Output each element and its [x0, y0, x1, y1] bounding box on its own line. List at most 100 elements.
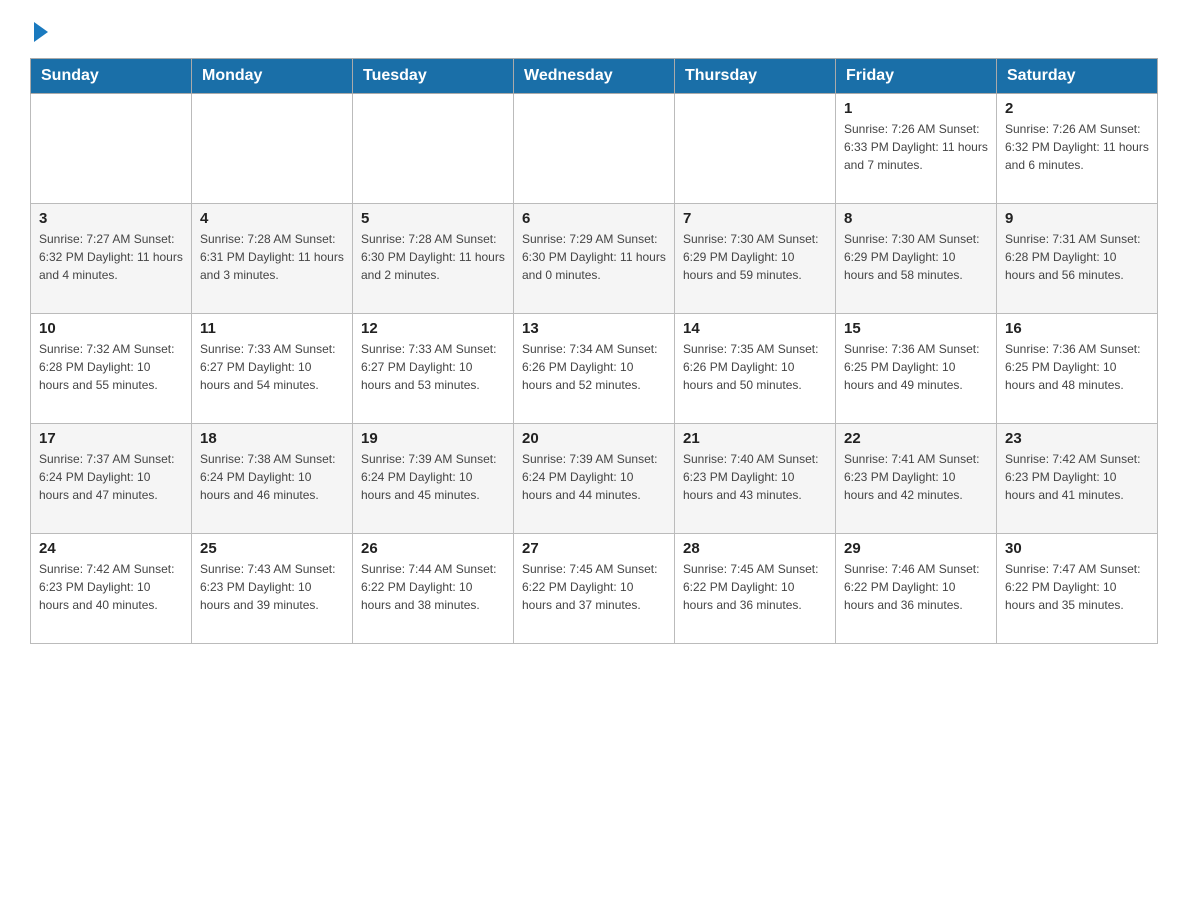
day-info: Sunrise: 7:39 AM Sunset: 6:24 PM Dayligh…: [361, 450, 505, 504]
calendar-table: SundayMondayTuesdayWednesdayThursdayFrid…: [30, 58, 1158, 644]
day-number: 20: [522, 430, 666, 447]
day-number: 4: [200, 210, 344, 227]
weekday-header-row: SundayMondayTuesdayWednesdayThursdayFrid…: [31, 59, 1158, 94]
calendar-cell: 25 Sunrise: 7:43 AM Sunset: 6:23 PM Dayli…: [192, 534, 353, 644]
day-info: Sunrise: 7:38 AM Sunset: 6:24 PM Dayligh…: [200, 450, 344, 504]
day-number: 27: [522, 540, 666, 557]
calendar-cell: [675, 94, 836, 204]
day-info: Sunrise: 7:42 AM Sunset: 6:23 PM Dayligh…: [1005, 450, 1149, 504]
calendar-week-row: 1 Sunrise: 7:26 AM Sunset: 6:33 PM Daylig…: [31, 94, 1158, 204]
calendar-cell: [31, 94, 192, 204]
day-info: Sunrise: 7:30 AM Sunset: 6:29 PM Dayligh…: [844, 230, 988, 284]
calendar-cell: 21 Sunrise: 7:40 AM Sunset: 6:23 PM Dayli…: [675, 424, 836, 534]
calendar-cell: 1 Sunrise: 7:26 AM Sunset: 6:33 PM Daylig…: [836, 94, 997, 204]
calendar-week-row: 3 Sunrise: 7:27 AM Sunset: 6:32 PM Daylig…: [31, 204, 1158, 314]
calendar-cell: [192, 94, 353, 204]
day-info: Sunrise: 7:34 AM Sunset: 6:26 PM Dayligh…: [522, 340, 666, 394]
day-info: Sunrise: 7:47 AM Sunset: 6:22 PM Dayligh…: [1005, 560, 1149, 614]
day-info: Sunrise: 7:40 AM Sunset: 6:23 PM Dayligh…: [683, 450, 827, 504]
weekday-header-saturday: Saturday: [997, 59, 1158, 94]
calendar-cell: 29 Sunrise: 7:46 AM Sunset: 6:22 PM Dayli…: [836, 534, 997, 644]
day-number: 26: [361, 540, 505, 557]
day-number: 2: [1005, 100, 1149, 117]
day-info: Sunrise: 7:39 AM Sunset: 6:24 PM Dayligh…: [522, 450, 666, 504]
day-number: 18: [200, 430, 344, 447]
calendar-cell: 26 Sunrise: 7:44 AM Sunset: 6:22 PM Dayli…: [353, 534, 514, 644]
day-number: 1: [844, 100, 988, 117]
day-info: Sunrise: 7:36 AM Sunset: 6:25 PM Dayligh…: [844, 340, 988, 394]
day-number: 8: [844, 210, 988, 227]
day-number: 14: [683, 320, 827, 337]
day-number: 10: [39, 320, 183, 337]
day-info: Sunrise: 7:45 AM Sunset: 6:22 PM Dayligh…: [522, 560, 666, 614]
day-number: 29: [844, 540, 988, 557]
calendar-cell: 13 Sunrise: 7:34 AM Sunset: 6:26 PM Dayli…: [514, 314, 675, 424]
day-number: 13: [522, 320, 666, 337]
calendar-week-row: 24 Sunrise: 7:42 AM Sunset: 6:23 PM Dayli…: [31, 534, 1158, 644]
weekday-header-sunday: Sunday: [31, 59, 192, 94]
calendar-cell: 2Sunrise: 7:26 AM Sunset: 6:32 PM Daylig…: [997, 94, 1158, 204]
logo: [30, 20, 48, 42]
calendar-cell: 15 Sunrise: 7:36 AM Sunset: 6:25 PM Dayli…: [836, 314, 997, 424]
calendar-cell: 27 Sunrise: 7:45 AM Sunset: 6:22 PM Dayli…: [514, 534, 675, 644]
day-number: 21: [683, 430, 827, 447]
calendar-cell: [353, 94, 514, 204]
day-info: Sunrise: 7:33 AM Sunset: 6:27 PM Dayligh…: [200, 340, 344, 394]
day-info: Sunrise: 7:26 AM Sunset: 6:33 PM Dayligh…: [844, 120, 988, 174]
day-info: Sunrise: 7:46 AM Sunset: 6:22 PM Dayligh…: [844, 560, 988, 614]
day-info: Sunrise: 7:41 AM Sunset: 6:23 PM Dayligh…: [844, 450, 988, 504]
day-info: Sunrise: 7:36 AM Sunset: 6:25 PM Dayligh…: [1005, 340, 1149, 394]
calendar-cell: 22 Sunrise: 7:41 AM Sunset: 6:23 PM Dayli…: [836, 424, 997, 534]
weekday-header-wednesday: Wednesday: [514, 59, 675, 94]
calendar-cell: 20 Sunrise: 7:39 AM Sunset: 6:24 PM Dayli…: [514, 424, 675, 534]
day-number: 17: [39, 430, 183, 447]
calendar-cell: 3 Sunrise: 7:27 AM Sunset: 6:32 PM Daylig…: [31, 204, 192, 314]
day-info: Sunrise: 7:30 AM Sunset: 6:29 PM Dayligh…: [683, 230, 827, 284]
day-info: Sunrise: 7:33 AM Sunset: 6:27 PM Dayligh…: [361, 340, 505, 394]
day-number: 3: [39, 210, 183, 227]
calendar-cell: 5Sunrise: 7:28 AM Sunset: 6:30 PM Daylig…: [353, 204, 514, 314]
day-number: 23: [1005, 430, 1149, 447]
calendar-cell: 30 Sunrise: 7:47 AM Sunset: 6:22 PM Dayli…: [997, 534, 1158, 644]
day-number: 30: [1005, 540, 1149, 557]
day-info: Sunrise: 7:31 AM Sunset: 6:28 PM Dayligh…: [1005, 230, 1149, 284]
day-number: 11: [200, 320, 344, 337]
day-info: Sunrise: 7:42 AM Sunset: 6:23 PM Dayligh…: [39, 560, 183, 614]
day-info: Sunrise: 7:45 AM Sunset: 6:22 PM Dayligh…: [683, 560, 827, 614]
calendar-cell: 23 Sunrise: 7:42 AM Sunset: 6:23 PM Dayli…: [997, 424, 1158, 534]
calendar-cell: 12 Sunrise: 7:33 AM Sunset: 6:27 PM Dayli…: [353, 314, 514, 424]
day-info: Sunrise: 7:44 AM Sunset: 6:22 PM Dayligh…: [361, 560, 505, 614]
calendar-cell: 7Sunrise: 7:30 AM Sunset: 6:29 PM Daylig…: [675, 204, 836, 314]
calendar-cell: 16 Sunrise: 7:36 AM Sunset: 6:25 PM Dayli…: [997, 314, 1158, 424]
header-area: [30, 20, 1158, 42]
weekday-header-tuesday: Tuesday: [353, 59, 514, 94]
calendar-week-row: 17Sunrise: 7:37 AM Sunset: 6:24 PM Dayli…: [31, 424, 1158, 534]
day-number: 9: [1005, 210, 1149, 227]
calendar-cell: 18 Sunrise: 7:38 AM Sunset: 6:24 PM Dayli…: [192, 424, 353, 534]
day-number: 16: [1005, 320, 1149, 337]
day-number: 22: [844, 430, 988, 447]
weekday-header-friday: Friday: [836, 59, 997, 94]
day-info: Sunrise: 7:32 AM Sunset: 6:28 PM Dayligh…: [39, 340, 183, 394]
weekday-header-thursday: Thursday: [675, 59, 836, 94]
day-info: Sunrise: 7:27 AM Sunset: 6:32 PM Dayligh…: [39, 230, 183, 284]
calendar-week-row: 10 Sunrise: 7:32 AM Sunset: 6:28 PM Dayli…: [31, 314, 1158, 424]
calendar-cell: 24 Sunrise: 7:42 AM Sunset: 6:23 PM Dayli…: [31, 534, 192, 644]
calendar-cell: 8 Sunrise: 7:30 AM Sunset: 6:29 PM Daylig…: [836, 204, 997, 314]
day-number: 24: [39, 540, 183, 557]
day-number: 5: [361, 210, 505, 227]
day-info: Sunrise: 7:43 AM Sunset: 6:23 PM Dayligh…: [200, 560, 344, 614]
calendar-cell: 11 Sunrise: 7:33 AM Sunset: 6:27 PM Dayli…: [192, 314, 353, 424]
calendar-cell: 4Sunrise: 7:28 AM Sunset: 6:31 PM Daylig…: [192, 204, 353, 314]
calendar-cell: 28Sunrise: 7:45 AM Sunset: 6:22 PM Dayli…: [675, 534, 836, 644]
calendar-cell: 14Sunrise: 7:35 AM Sunset: 6:26 PM Dayli…: [675, 314, 836, 424]
calendar-cell: 17Sunrise: 7:37 AM Sunset: 6:24 PM Dayli…: [31, 424, 192, 534]
day-number: 6: [522, 210, 666, 227]
day-number: 25: [200, 540, 344, 557]
day-number: 15: [844, 320, 988, 337]
calendar-cell: 6Sunrise: 7:29 AM Sunset: 6:30 PM Daylig…: [514, 204, 675, 314]
calendar-cell: 19 Sunrise: 7:39 AM Sunset: 6:24 PM Dayli…: [353, 424, 514, 534]
day-number: 12: [361, 320, 505, 337]
calendar-cell: [514, 94, 675, 204]
day-number: 19: [361, 430, 505, 447]
